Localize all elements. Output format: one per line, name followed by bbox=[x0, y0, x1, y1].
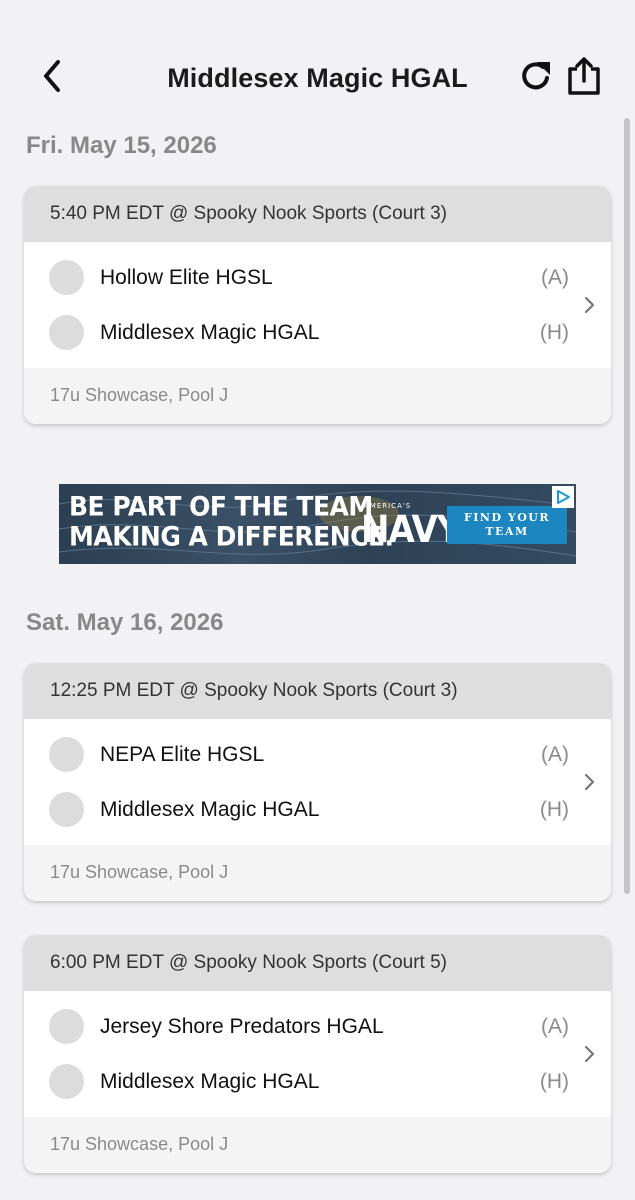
ad-brand: NAVY bbox=[361, 508, 461, 552]
team-side-label: (A) bbox=[541, 265, 569, 289]
game-event-label: 17u Showcase, Pool J bbox=[24, 368, 611, 424]
share-icon bbox=[568, 57, 600, 95]
team-logo bbox=[49, 737, 84, 772]
game-time-venue: 5:40 PM EDT @ Spooky Nook Sports (Court … bbox=[24, 186, 611, 242]
advertisement-banner[interactable]: BE PART OF THE TEAM MAKING A DIFFERENCE.… bbox=[59, 484, 576, 564]
chevron-left-icon bbox=[44, 60, 60, 92]
team-side-label: (H) bbox=[539, 797, 569, 821]
team-row-home: Middlesex Magic HGAL (H) bbox=[24, 1054, 611, 1109]
game-card[interactable]: 5:40 PM EDT @ Spooky Nook Sports (Court … bbox=[24, 186, 611, 424]
game-event-label: 17u Showcase, Pool J bbox=[24, 1117, 611, 1173]
team-row-home: Middlesex Magic HGAL (H) bbox=[24, 305, 611, 360]
game-teams: Hollow Elite HGSL (A) Middlesex Magic HG… bbox=[24, 242, 611, 368]
team-logo bbox=[49, 1064, 84, 1099]
page-title: Middlesex Magic HGAL bbox=[167, 63, 468, 93]
share-button[interactable] bbox=[563, 54, 605, 98]
team-name: Middlesex Magic HGAL bbox=[100, 1069, 320, 1093]
ad-choices-icon[interactable] bbox=[552, 486, 574, 508]
game-time-venue: 6:00 PM EDT @ Spooky Nook Sports (Court … bbox=[24, 935, 611, 991]
team-side-label: (A) bbox=[541, 1014, 569, 1038]
ad-headline-2: MAKING A DIFFERENCE. bbox=[69, 520, 394, 553]
refresh-icon bbox=[522, 62, 550, 90]
team-side-label: (A) bbox=[541, 742, 569, 766]
game-teams: NEPA Elite HGSL (A) Middlesex Magic HGAL… bbox=[24, 719, 611, 845]
team-logo bbox=[49, 315, 84, 350]
ad-cta-button[interactable]: FIND YOUR TEAM bbox=[447, 506, 567, 544]
team-name: NEPA Elite HGSL bbox=[100, 742, 265, 766]
team-side-label: (H) bbox=[539, 320, 569, 344]
ad-headline-1: BE PART OF THE TEAM bbox=[69, 490, 373, 523]
team-name: Jersey Shore Predators HGAL bbox=[100, 1014, 384, 1038]
date-heading: Sat. May 16, 2026 bbox=[26, 609, 224, 636]
team-row-away: Jersey Shore Predators HGAL (A) bbox=[24, 999, 611, 1054]
team-name: Middlesex Magic HGAL bbox=[100, 320, 320, 344]
game-teams: Jersey Shore Predators HGAL (A) Middlese… bbox=[24, 991, 611, 1117]
game-event-label: 17u Showcase, Pool J bbox=[24, 845, 611, 901]
team-row-home: Middlesex Magic HGAL (H) bbox=[24, 782, 611, 837]
team-row-away: NEPA Elite HGSL (A) bbox=[24, 727, 611, 782]
game-card[interactable]: 12:25 PM EDT @ Spooky Nook Sports (Court… bbox=[24, 663, 611, 901]
game-card[interactable]: 6:00 PM EDT @ Spooky Nook Sports (Court … bbox=[24, 935, 611, 1173]
back-button[interactable] bbox=[34, 54, 70, 98]
team-side-label: (H) bbox=[539, 1069, 569, 1093]
team-row-away: Hollow Elite HGSL (A) bbox=[24, 250, 611, 305]
top-bar: Middlesex Magic HGAL bbox=[0, 0, 635, 130]
team-name: Hollow Elite HGSL bbox=[100, 265, 273, 289]
team-logo bbox=[49, 792, 84, 827]
date-heading: Fri. May 15, 2026 bbox=[26, 132, 217, 159]
team-logo bbox=[49, 260, 84, 295]
game-time-venue: 12:25 PM EDT @ Spooky Nook Sports (Court… bbox=[24, 663, 611, 719]
chevron-right-icon bbox=[579, 767, 599, 797]
team-logo bbox=[49, 1009, 84, 1044]
refresh-button[interactable] bbox=[516, 56, 556, 96]
chevron-right-icon bbox=[579, 290, 599, 320]
team-name: Middlesex Magic HGAL bbox=[100, 797, 320, 821]
chevron-right-icon bbox=[579, 1039, 599, 1069]
scrollbar[interactable] bbox=[624, 118, 630, 894]
